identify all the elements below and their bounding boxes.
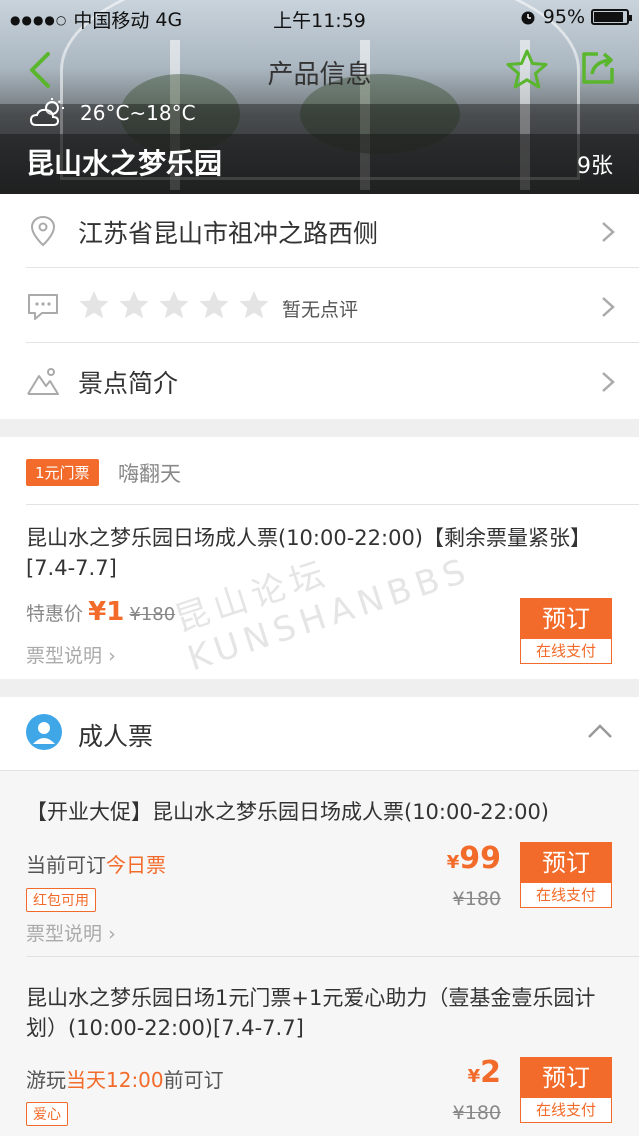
battery-percent: 95% <box>542 6 585 28</box>
book-button-label: 预订 <box>521 843 611 883</box>
divider <box>26 504 639 505</box>
location-pin-icon <box>30 215 56 247</box>
price-original: ¥180 <box>452 1102 501 1124</box>
ticket-type-note-text: 票型说明 <box>26 645 103 667</box>
red-packet-badge: 红包可用 <box>26 888 96 912</box>
charity-badge: 爱心 <box>26 1102 68 1126</box>
adult-ticket-list: 【开业大促】昆山水之梦乐园日场成人票(10:00-22:00) 当前可订今日票 … <box>0 771 639 1136</box>
availability: 当前可订今日票 <box>26 849 166 878</box>
book-button-label: 预订 <box>521 599 611 639</box>
availability-suffix: 前可订 <box>163 1068 224 1092</box>
adult-ticket-label: 成人票 <box>78 722 154 751</box>
comment-icon <box>28 294 58 320</box>
availability-highlight: 当天12:00 <box>66 1068 164 1092</box>
divider <box>26 342 639 343</box>
ticket-type-note[interactable]: 票型说明 › <box>26 641 116 668</box>
availability-text: 当前可订 <box>26 853 106 877</box>
star-empty-icon <box>199 291 229 319</box>
chevron-right-icon: › <box>108 923 116 945</box>
ticket-type-note[interactable]: 票型说明 › <box>26 919 116 946</box>
battery-icon <box>591 9 632 25</box>
address-text: 江苏省昆山市祖冲之路西侧 <box>78 219 379 248</box>
price-current: ¥1 <box>88 597 125 627</box>
park-name: 昆山水之梦乐园 <box>26 147 223 180</box>
star-empty-icon <box>159 291 189 319</box>
price-current: ¥2 <box>468 1055 501 1090</box>
online-pay-label: 在线支付 <box>535 886 596 904</box>
book-button[interactable]: 预订 在线支付 <box>520 598 612 664</box>
promo-tag: 1元门票 <box>26 459 99 486</box>
promo-ticket-card: 1元门票 嗨翻天 昆山水之梦乐园日场成人票(10:00-22:00)【剩余票量紧… <box>0 437 639 679</box>
price-label: 特惠价 <box>26 603 84 625</box>
share-icon[interactable] <box>578 48 618 88</box>
favorite-star-icon[interactable] <box>506 48 548 90</box>
no-review-text: 暂无点评 <box>282 299 359 321</box>
star-empty-icon <box>119 291 149 319</box>
status-bar: ●●●●○ 中国移动 4G 上午11:59 95% <box>0 0 639 36</box>
chevron-right-icon <box>602 222 615 242</box>
review-row[interactable]: 暂无点评 <box>0 269 639 343</box>
rating-stars <box>78 289 270 321</box>
divider <box>26 267 639 268</box>
price-currency: ¥ <box>446 852 460 873</box>
price-original: ¥180 <box>452 888 501 910</box>
book-button-label: 预订 <box>521 1058 611 1098</box>
address-row[interactable]: 江苏省昆山市祖冲之路西侧 <box>0 194 639 268</box>
availability: 游玩当天12:00前可订 <box>26 1064 224 1093</box>
intro-text: 景点简介 <box>78 369 179 398</box>
chevron-right-icon: › <box>108 645 116 667</box>
price-original: ¥180 <box>129 604 176 625</box>
divider <box>26 956 639 957</box>
star-empty-icon <box>239 291 269 319</box>
intro-row[interactable]: 景点简介 <box>0 344 639 418</box>
chevron-right-icon <box>602 372 615 392</box>
price-line: 特惠价 ¥1 ¥180 <box>26 597 175 627</box>
online-pay-label: 在线支付 <box>535 1101 596 1119</box>
person-icon <box>26 714 62 750</box>
ticket-title[interactable]: 昆山水之梦乐园日场成人票(10:00-22:00)【剩余票量紧张】[7.4-7.… <box>26 523 616 583</box>
price-value: 2 <box>480 1055 501 1090</box>
price-value: 99 <box>459 841 501 876</box>
chevron-up-icon[interactable] <box>587 723 613 739</box>
availability-highlight: 今日票 <box>106 853 166 877</box>
ticket-type-note-text: 票型说明 <box>26 923 103 945</box>
star-empty-icon <box>79 291 109 319</box>
mountain-icon <box>27 368 59 395</box>
ticket-title[interactable]: 昆山水之梦乐园日场1元门票+1元爱心助力（壹基金壹乐园计划）(10:00-22:… <box>26 983 616 1043</box>
park-info-list: 江苏省昆山市祖冲之路西侧 暂无点评 景点简介 <box>0 194 639 419</box>
price-currency: ¥ <box>467 1066 481 1087</box>
book-button[interactable]: 预订 在线支付 <box>520 842 612 908</box>
alarm-clock-icon <box>521 11 535 25</box>
price-current: ¥99 <box>447 841 501 876</box>
nav-bar: 产品信息 <box>0 36 639 106</box>
book-button[interactable]: 预订 在线支付 <box>520 1057 612 1123</box>
adult-ticket-header[interactable]: 成人票 <box>0 697 639 771</box>
chevron-right-icon <box>602 297 615 317</box>
ticket-title[interactable]: 【开业大促】昆山水之梦乐园日场成人票(10:00-22:00) <box>26 797 616 827</box>
promo-name: 嗨翻天 <box>118 462 181 486</box>
availability-text: 游玩 <box>26 1068 66 1092</box>
photo-count[interactable]: 9张 <box>577 148 613 180</box>
online-pay-label: 在线支付 <box>535 642 596 660</box>
